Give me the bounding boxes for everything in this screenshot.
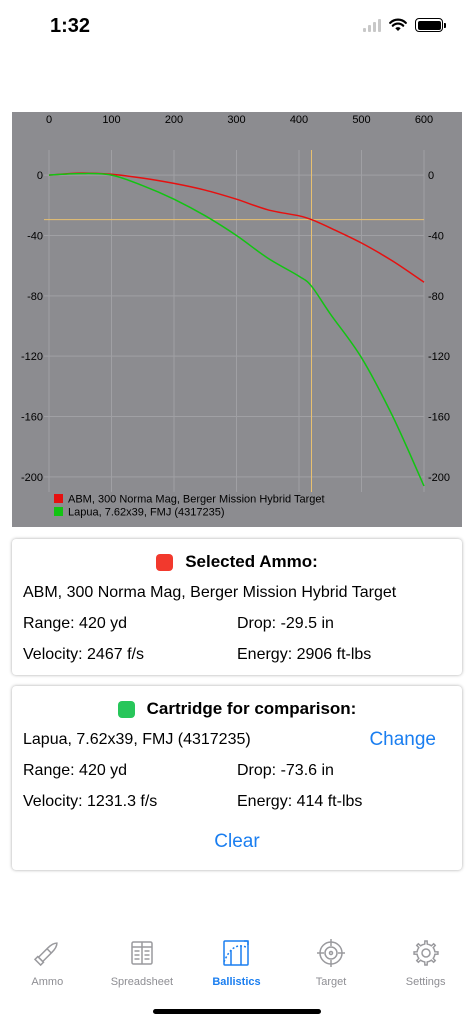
x-tick-label: 400: [290, 114, 308, 126]
y-tick-label-right: -160: [428, 412, 450, 424]
crosshair-icon: [317, 939, 346, 967]
x-tick-label: 600: [415, 114, 433, 126]
legend-label-0: ABM, 300 Norma Mag, Berger Mission Hybri…: [68, 494, 325, 506]
comparison-velocity: Velocity: 1231.3 f/s: [23, 793, 158, 810]
status-bar: 1:32: [0, 0, 473, 56]
selected-ammo-header: Selected Ammo:: [12, 551, 462, 573]
x-tick-label: 300: [227, 114, 245, 126]
x-tick-label: 0: [46, 114, 52, 126]
y-tick-label-left: -160: [21, 412, 43, 424]
trajectory-plot[interactable]: 0 100 200 300 400 500 600 0 0 -40 -40 -80 -80 -120 -12…: [12, 112, 462, 527]
y-tick-label-right: -80: [428, 291, 444, 303]
tab-settings[interactable]: Settings: [378, 928, 473, 1000]
selected-color-swatch: [156, 553, 174, 571]
tab-bar: Ammo Spreadsheet Ballistics Target Setti…: [0, 928, 473, 1000]
comparison-header: Cartridge for comparison:: [12, 698, 462, 720]
spreadsheet-icon: [131, 941, 153, 965]
comparison-energy: Energy: 414 ft-lbs: [237, 793, 363, 810]
tab-ballistics-label: Ballistics: [212, 976, 261, 988]
wifi-icon: [389, 18, 407, 31]
clear-button[interactable]: Clear: [12, 831, 462, 853]
change-button[interactable]: Change: [369, 729, 436, 751]
tab-ballistics[interactable]: Ballistics: [189, 928, 284, 1000]
cellular-signal-icon: [363, 18, 381, 32]
selected-drop: Drop: -29.5 in: [237, 615, 334, 632]
x-tick-label: 500: [352, 114, 370, 126]
y-tick-label-right: 0: [428, 170, 434, 182]
y-tick-label-left: -120: [21, 351, 43, 363]
status-icons: [363, 18, 446, 32]
legend-swatch-1: [54, 507, 63, 516]
gear-icon: [412, 940, 439, 966]
legend-swatch-0: [54, 494, 63, 503]
legend-label-1: Lapua, 7.62x39, FMJ (4317235): [68, 507, 225, 519]
comparison-range: Range: 420 yd: [23, 762, 128, 779]
x-tick-label: 100: [102, 114, 120, 126]
selected-velocity: Velocity: 2467 f/s: [23, 646, 144, 663]
selected-range: Range: 420 yd: [23, 615, 128, 632]
tab-spreadsheet[interactable]: Spreadsheet: [95, 928, 190, 1000]
bullet-icon: [34, 942, 58, 967]
selected-ammo-card: Selected Ammo: ABM, 300 Norma Mag, Berge…: [12, 539, 462, 675]
tab-ammo-label: Ammo: [31, 976, 64, 988]
x-tick-label: 200: [165, 114, 183, 126]
battery-icon: [415, 18, 446, 32]
trajectory-icon: [223, 940, 250, 966]
tab-settings-label: Settings: [405, 976, 446, 988]
comparison-drop: Drop: -73.6 in: [237, 762, 334, 779]
selected-ammo-name: ABM, 300 Norma Mag, Berger Mission Hybri…: [23, 584, 397, 601]
status-time: 1:32: [50, 15, 91, 37]
tab-ammo[interactable]: Ammo: [0, 928, 95, 1000]
selected-ammo-title: Selected Ammo:: [185, 552, 318, 571]
comparison-title: Cartridge for comparison:: [146, 699, 357, 718]
y-tick-label-left: 0: [37, 170, 43, 182]
y-tick-label-right: -120: [428, 351, 450, 363]
comparison-ammo-name: Lapua, 7.62x39, FMJ (4317235): [23, 731, 251, 748]
y-tick-label-right: -40: [428, 230, 444, 242]
ballistics-chart[interactable]: 0 100 200 300 400 500 600 0 0 -40 -40 -80 -80 -120 -12…: [12, 112, 462, 527]
comparison-card: Cartridge for comparison: Lapua, 7.62x39…: [12, 686, 462, 870]
y-tick-label-left: -40: [27, 230, 43, 242]
home-indicator: [153, 1009, 321, 1014]
tab-target[interactable]: Target: [284, 928, 379, 1000]
y-tick-label-left: -200: [21, 472, 43, 484]
tab-target-label: Target: [315, 976, 347, 988]
tab-spreadsheet-label: Spreadsheet: [110, 976, 174, 988]
y-tick-label-left: -80: [27, 291, 43, 303]
y-tick-label-right: -200: [428, 472, 450, 484]
comparison-color-swatch: [117, 700, 135, 718]
selected-energy: Energy: 2906 ft-lbs: [237, 646, 372, 663]
